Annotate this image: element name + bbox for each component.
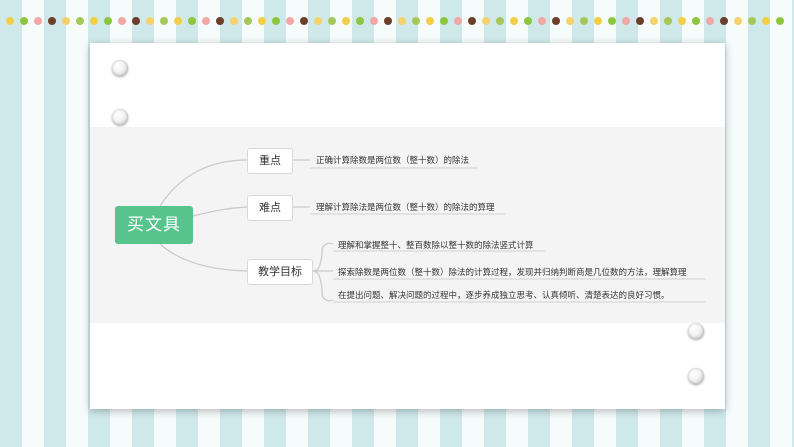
connector-mubiao-leaf-1 <box>311 242 334 272</box>
leaf-mubiao-2: 探索除数是两位数（整十数）除法的计算过程，发现并归纳判断商是几位数的方法，理解算… <box>338 268 687 278</box>
leaf-mubiao-3: 在提出问题、解决问题的过程中，逐步养成独立思考、认真倾听、清楚表达的良好习惯。 <box>338 291 670 301</box>
connector-mubiao-leaf-3 <box>311 270 334 302</box>
leaf-mubiao-1: 理解和掌握整十、整百数除以整十数的除法竖式计算 <box>338 241 534 251</box>
mindmap-root-node: 买文具 <box>115 206 193 244</box>
connector-root-nandian <box>192 206 248 217</box>
topic-jiaoxue-mubiao: 教学目标 <box>247 259 313 285</box>
topic-zhongdian: 重点 <box>247 148 293 174</box>
connector-root-zhongdian <box>159 159 248 207</box>
leaf-nandian: 理解计算除法是两位数（整十数）的除法的算理 <box>316 203 495 213</box>
topic-nandian: 难点 <box>247 195 293 221</box>
connector-root-mubiao <box>159 243 248 272</box>
leaf-zhongdian: 正确计算除数是两位数（整十数）的除法 <box>316 156 470 166</box>
